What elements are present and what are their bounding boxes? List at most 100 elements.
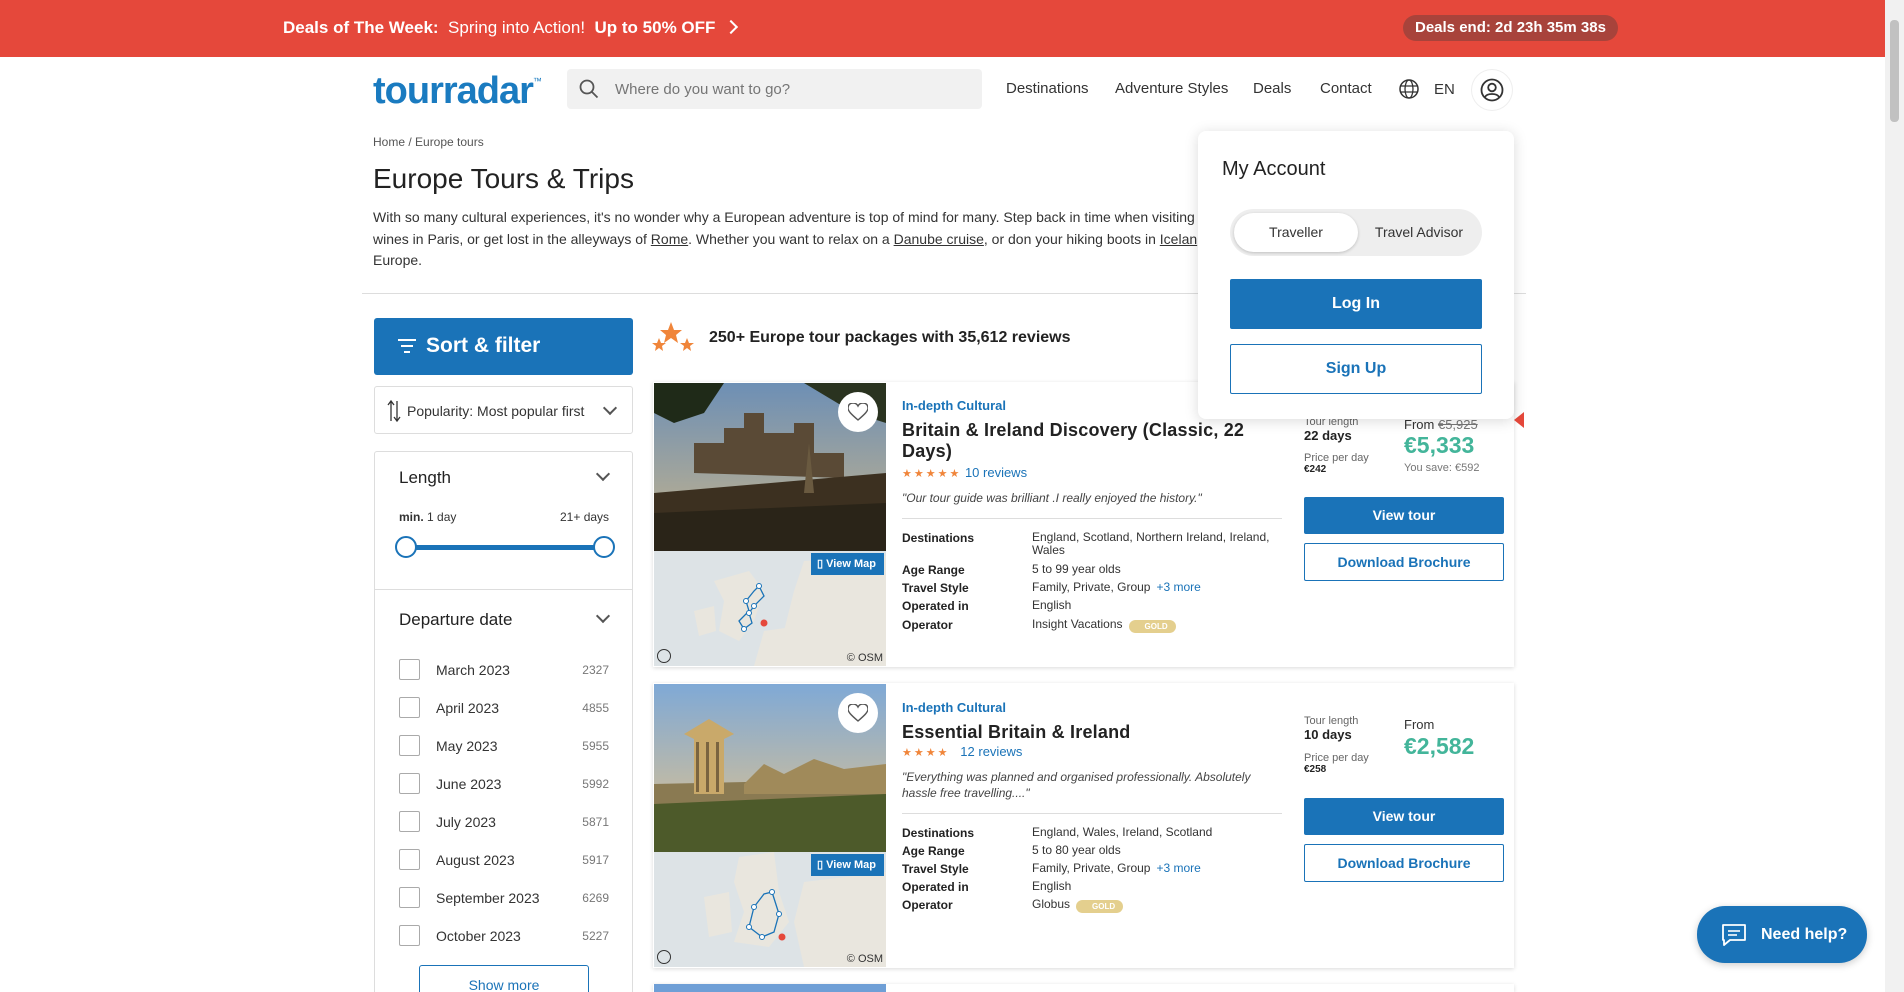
account-menu-title: My Account [1222,158,1326,180]
search-bar[interactable] [567,69,982,109]
mapbox-logo-icon [657,649,671,663]
search-icon [579,79,599,99]
tour-category[interactable]: In-depth Cultural [902,398,1006,413]
chevron-down-icon[interactable] [595,466,611,482]
price-per-day: Price per day €242 [1304,452,1369,475]
view-tour-button[interactable]: View tour [1304,497,1504,534]
tour-card[interactable] [653,984,1514,992]
deals-timer: Deals end: 2d 23h 35m 38s [1403,15,1618,41]
results-count: 250+ Europe tour packages with 35,612 re… [709,329,1071,346]
checkbox[interactable] [399,735,420,756]
sort-filter-button[interactable]: Sort & filter [374,318,633,375]
signup-button[interactable]: Sign Up [1230,344,1482,394]
departure-filter-title[interactable]: Departure date [399,610,512,630]
filter-panel: Length min. 1 day 21+ days Departure dat… [374,451,633,992]
wishlist-button[interactable] [838,392,878,432]
tour-map[interactable]: ▯ View Map © OSM [654,551,886,666]
checkbox[interactable] [399,887,420,908]
tour-rating[interactable]: ★★★★ 12 reviews [902,744,1022,759]
map-credit[interactable]: © OSM [847,652,883,664]
tour-map[interactable]: ▯ View Map © OSM [654,852,886,967]
search-input[interactable] [615,69,965,109]
account-type-toggle[interactable]: Traveller Travel Advisor [1230,209,1482,256]
logo-tm: ™ [532,76,542,86]
checkbox[interactable] [399,811,420,832]
traveller-option[interactable]: Traveller [1234,213,1358,252]
month-option[interactable]: October 2023 5227 [399,925,609,947]
style-more-link[interactable]: +3 more [1156,861,1200,875]
need-help-button[interactable]: Need help? [1697,906,1867,963]
month-option[interactable]: September 2023 6269 [399,887,609,909]
map-credit[interactable]: © OSM [847,953,883,965]
breadcrumb[interactable]: Home / Europe tours [373,135,484,149]
tour-rating[interactable]: ★★★★★ 10 reviews [902,465,1027,480]
checkbox[interactable] [399,773,420,794]
style-more-link[interactable]: +3 more [1156,580,1200,594]
login-button[interactable]: Log In [1230,279,1482,329]
link-rome[interactable]: Rome [651,231,688,247]
tour-quote: "Our tour guide was brilliant .I really … [902,491,1202,505]
checkbox[interactable] [399,697,420,718]
user-icon [1480,78,1504,102]
reviews-link[interactable]: 12 reviews [960,744,1022,759]
deals-banner[interactable]: Deals of The Week: Spring into Action! U… [0,0,1885,57]
tourradar-logo[interactable]: tourradar™ [373,70,542,113]
language-selector[interactable]: EN [1434,81,1455,98]
view-tour-button[interactable]: View tour [1304,798,1504,835]
link-danube-cruise[interactable]: Danube cruise [894,231,984,247]
nav-deals[interactable]: Deals [1253,80,1291,97]
account-button[interactable] [1472,70,1512,110]
length-range-track[interactable] [405,545,605,550]
globe-icon[interactable] [1398,78,1420,100]
sort-select[interactable]: Popularity: Most popular first [374,386,633,434]
checkbox[interactable] [399,925,420,946]
price-from: From [1404,717,1435,732]
download-brochure-button[interactable]: Download Brochure [1304,543,1504,581]
length-filter-title[interactable]: Length [399,468,451,488]
month-option[interactable]: May 2023 5955 [399,735,609,757]
operator-link[interactable]: Globus [1032,897,1070,911]
page-scrollbar[interactable] [1885,0,1904,992]
intro-part1: With so many cultural experiences, it's … [373,209,1195,225]
gold-badge: GOLD [1076,900,1124,913]
price-per-day: Price per day €258 [1304,752,1369,775]
checkbox[interactable] [399,849,420,870]
operator-link[interactable]: Insight Vacations [1032,617,1123,631]
tour-card[interactable]: ▯ View Map © OSM In-depth Cultural Brita… [653,382,1524,667]
checkbox[interactable] [399,659,420,680]
link-iceland[interactable]: Icelan [1160,231,1197,247]
intro-part2: wines in Paris, or get lost in the alley… [373,230,651,247]
wishlist-button[interactable] [838,693,878,733]
nav-contact[interactable]: Contact [1320,80,1372,97]
reviews-link[interactable]: 10 reviews [965,465,1027,480]
view-map-button[interactable]: ▯ View Map [810,854,884,876]
deals-banner-text[interactable]: Deals of The Week: Spring into Action! U… [283,18,739,38]
length-min-label: min. 1 day [399,510,457,524]
month-option[interactable]: July 2023 5871 [399,811,609,833]
card-divider [902,518,1282,519]
tour-photo[interactable] [654,984,886,992]
tour-title[interactable]: Essential Britain & Ireland [902,722,1272,743]
nav-destinations[interactable]: Destinations [1006,80,1089,97]
tour-card[interactable]: ▯ View Map © OSM In-depth Cultural Essen… [653,683,1514,968]
length-max-handle[interactable] [593,536,615,558]
chat-icon [1722,924,1746,946]
length-min-handle[interactable] [395,536,417,558]
month-option[interactable]: June 2023 5992 [399,773,609,795]
heart-icon [848,403,868,421]
tour-category[interactable]: In-depth Cultural [902,700,1006,715]
month-option[interactable]: August 2023 5917 [399,849,609,871]
chevron-down-icon[interactable] [595,608,611,624]
intro-part5: Europe. [373,252,423,268]
travel-advisor-option[interactable]: Travel Advisor [1360,213,1478,252]
price-savings: You save: €592 [1404,462,1480,474]
scrollbar-thumb[interactable] [1890,20,1899,122]
month-option[interactable]: April 2023 4855 [399,697,609,719]
show-more-button[interactable]: Show more [419,965,589,992]
view-map-button[interactable]: ▯ View Map [810,553,884,575]
download-brochure-button[interactable]: Download Brochure [1304,844,1504,882]
month-option[interactable]: March 2023 2327 [399,659,609,681]
sort-filter-label: Sort & filter [426,334,541,357]
nav-adventure-styles[interactable]: Adventure Styles [1115,80,1228,97]
tour-title[interactable]: Britain & Ireland Discovery (Classic, 22… [902,420,1272,462]
